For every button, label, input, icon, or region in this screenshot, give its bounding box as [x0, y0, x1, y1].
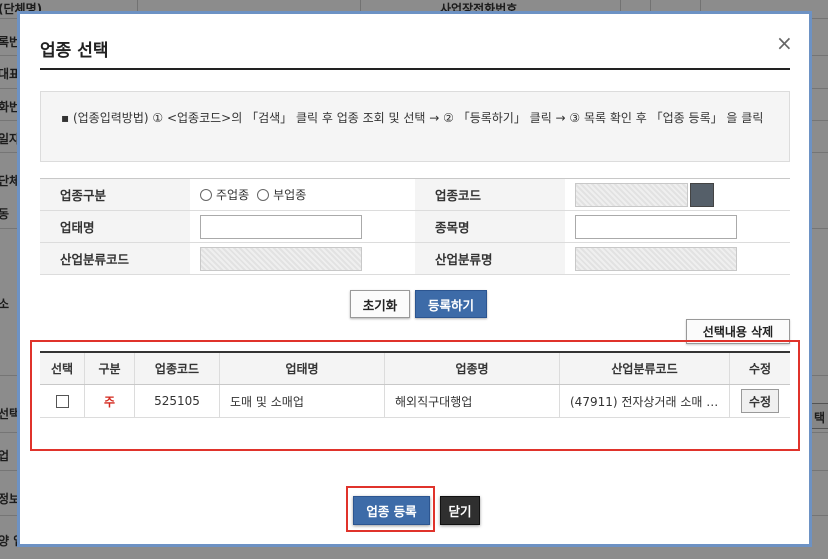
- biz-code-label: 업종코드: [415, 179, 565, 210]
- industry-list: 선택 구분 업종코드 업태명 업종명 산업분류코드 수정 주 525105 도매…: [40, 351, 790, 418]
- input-guide: ▪ (업종입력방법) ① <업종코드>의 「검색」 클릭 후 업종 조회 및 선…: [40, 91, 790, 162]
- modal-title: 업종 선택: [40, 41, 109, 61]
- radio-main-business[interactable]: [200, 188, 212, 201]
- guide-bullet: ▪: [61, 111, 73, 125]
- radio-main-label[interactable]: 주업종: [216, 186, 249, 203]
- guide-text: (업종입력방법) ① <업종코드>의 「검색」 클릭 후 업종 조회 및 선택 …: [72, 111, 764, 125]
- col-header: 구분: [85, 353, 135, 384]
- search-button[interactable]: [690, 182, 714, 207]
- row-business-name: 해외직구대행업: [385, 385, 560, 417]
- item-label: 종목명: [415, 211, 565, 242]
- industry-name-label: 산업분류명: [415, 243, 565, 274]
- industry-code-field: [200, 246, 362, 271]
- add-button[interactable]: 등록하기: [415, 290, 487, 318]
- industry-code-label: 산업분류코드: [40, 243, 190, 274]
- edit-button[interactable]: 수정: [741, 389, 779, 413]
- col-header: 산업분류코드: [560, 353, 730, 384]
- col-header: 업태명: [220, 353, 385, 384]
- business-form-label: 업태명: [40, 211, 190, 242]
- business-form-input[interactable]: [200, 214, 362, 239]
- industry-select-modal: 업종 선택 × ▪ (업종입력방법) ① <업종코드>의 「검색」 클릭 후 업…: [17, 11, 812, 547]
- close-button[interactable]: 닫기: [440, 496, 480, 525]
- search-form: 업종구분 주업종 부업종 업종코드 업태명 종목명 산업분류코드 산업분류명: [40, 178, 790, 275]
- register-button[interactable]: 업종 등록: [353, 496, 430, 525]
- title-divider: [40, 68, 790, 70]
- radio-sub-label[interactable]: 부업종: [273, 186, 306, 203]
- row-industry-code: (47911) 전자상거래 소매 …: [560, 385, 730, 417]
- close-icon[interactable]: ×: [776, 33, 794, 53]
- row-business-form: 도매 및 소매업: [220, 385, 385, 417]
- col-header: 업종명: [385, 353, 560, 384]
- row-type: 주: [85, 385, 135, 417]
- biz-code-field: [575, 182, 688, 207]
- radio-sub-business[interactable]: [257, 188, 270, 201]
- table-row: 주 525105 도매 및 소매업 해외직구대행업 (47911) 전자상거래 …: [40, 385, 790, 418]
- industry-name-field: [575, 246, 737, 271]
- item-input[interactable]: [575, 214, 737, 239]
- col-header: 업종코드: [135, 353, 220, 384]
- reset-button[interactable]: 초기화: [350, 290, 410, 318]
- col-header: 선택: [40, 353, 85, 384]
- col-header: 수정: [748, 362, 772, 376]
- row-checkbox[interactable]: [55, 394, 69, 408]
- biz-type-label: 업종구분: [40, 179, 190, 210]
- row-code: 525105: [135, 385, 220, 417]
- list-header: 선택 구분 업종코드 업태명 업종명 산업분류코드 수정: [40, 353, 790, 385]
